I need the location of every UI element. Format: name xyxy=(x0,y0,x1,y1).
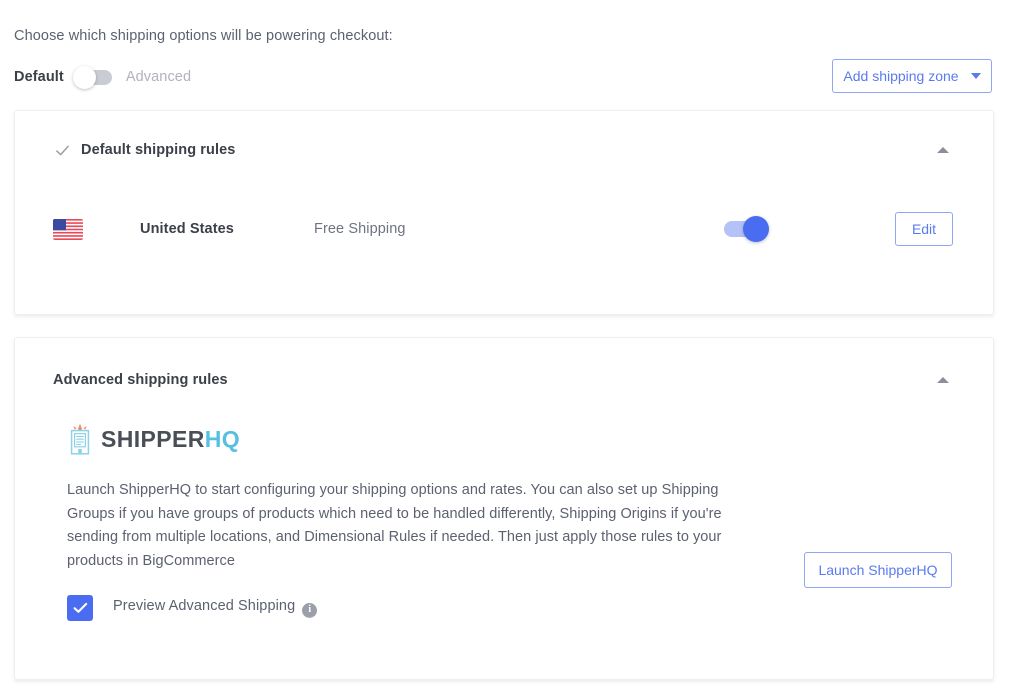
info-icon[interactable]: i xyxy=(302,603,317,618)
mode-label-advanced: Advanced xyxy=(126,69,191,85)
toggle-knob xyxy=(743,216,769,242)
shipping-zone-row: United States Free Shipping Edit xyxy=(15,189,993,269)
default-card-header[interactable]: Default shipping rules xyxy=(15,111,993,189)
chevron-up-icon[interactable] xyxy=(937,377,949,383)
shipping-zone-name: United States xyxy=(140,221,234,237)
shipperhq-description: Launch ShipperHQ to start configuring yo… xyxy=(67,479,749,573)
shipperhq-word-blue: HQ xyxy=(205,426,240,452)
shipping-mode-toggle[interactable] xyxy=(76,70,112,85)
shipping-zone-method: Free Shipping xyxy=(314,221,406,237)
advanced-card-title: Advanced shipping rules xyxy=(53,372,228,388)
default-shipping-rules-card: Default shipping rules United States Fre… xyxy=(14,110,994,315)
shipperhq-wordmark: SHIPPERHQ xyxy=(101,428,240,451)
edit-shipping-zone-button[interactable]: Edit xyxy=(895,212,953,246)
check-icon xyxy=(73,602,88,614)
shipperhq-body: SHIPPERHQ Launch ShipperHQ to start conf… xyxy=(15,422,993,621)
preview-advanced-shipping-checkbox[interactable] xyxy=(67,595,93,621)
check-icon xyxy=(55,143,70,158)
preview-advanced-shipping-row: Preview Advanced Shipping i xyxy=(67,595,963,621)
intro-text: Choose which shipping options will be po… xyxy=(14,28,393,44)
default-card-title: Default shipping rules xyxy=(81,142,235,158)
launch-shipperhq-button[interactable]: Launch ShipperHQ xyxy=(804,552,952,588)
shipperhq-building-icon xyxy=(67,423,93,455)
preview-advanced-shipping-label: Preview Advanced Shipping i xyxy=(113,598,317,618)
toggle-knob xyxy=(73,66,96,89)
shipping-mode-switch-row: Default Advanced xyxy=(14,65,191,89)
chevron-up-icon[interactable] xyxy=(937,147,949,153)
shipping-zone-toggle[interactable] xyxy=(724,221,764,237)
flag-united-states-icon xyxy=(53,219,83,240)
preview-label-text: Preview Advanced Shipping xyxy=(113,598,295,614)
shipperhq-logo: SHIPPERHQ xyxy=(67,422,963,456)
shipping-settings-page: Choose which shipping options will be po… xyxy=(0,0,1024,695)
add-shipping-zone-button[interactable]: Add shipping zone xyxy=(832,59,992,93)
shipperhq-word-dark: SHIPPER xyxy=(101,426,205,452)
advanced-card-header[interactable]: Advanced shipping rules xyxy=(15,338,993,422)
chevron-down-icon xyxy=(971,73,981,79)
advanced-shipping-rules-card: Advanced shipping rules xyxy=(14,337,994,680)
mode-label-default: Default xyxy=(14,69,64,85)
add-shipping-zone-label: Add shipping zone xyxy=(843,68,958,84)
